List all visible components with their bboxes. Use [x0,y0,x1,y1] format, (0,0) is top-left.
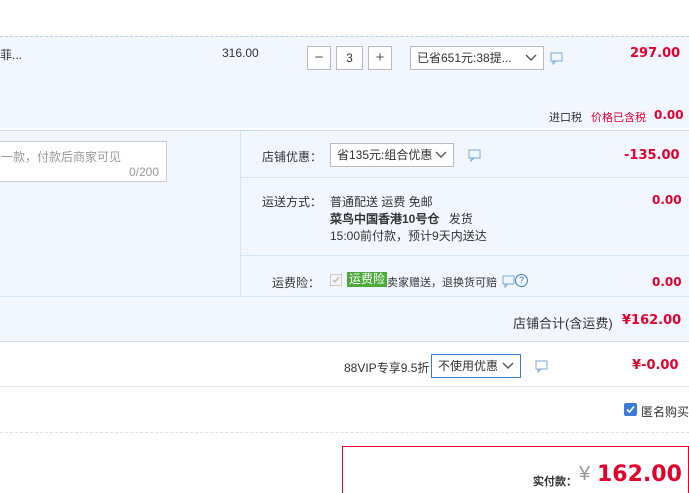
chevron-down-icon [435,144,447,159]
insurance-label: 运费险： [272,276,321,290]
buyer-message-textarea[interactable]: 一款，付款后商家可见 0/200 [0,141,167,182]
shop-discount-select-value: 省135元:组合优惠 [337,148,433,162]
pay-divider [0,432,689,433]
quantity-minus-button[interactable]: − [307,46,331,70]
quantity-stepper: − 3 + [307,46,392,70]
shop-discount-label: 店铺优惠： [262,150,323,164]
shop-total-value: ¥162.00 [622,313,682,328]
shipping-warehouse: 菜鸟中国香港10号仓 [330,212,440,226]
item-promo-select-value: 已省651元:38提... [417,51,512,65]
tax-value: 0.00 [654,108,684,122]
pay-currency: ¥ [579,463,591,485]
chevron-down-icon [525,47,537,62]
vip-label: 88VIP专享9.5折 [344,361,430,375]
vip-value: ¥-0.00 [632,358,679,373]
shop-total-label: 店铺合计(含运费) [513,316,613,331]
shipping-value: 0.00 [652,193,682,207]
message-icon[interactable] [468,149,481,162]
shipping-dispatch: 发货 [448,212,473,226]
chevron-down-icon [502,355,514,370]
quantity-input[interactable]: 3 [336,46,363,70]
insurance-badge: 运费险 [347,272,388,287]
message-icon[interactable] [535,360,548,373]
shop-discount-select[interactable]: 省135元:组合优惠 [330,143,454,167]
unit-price: 316.00 [222,46,259,60]
vip-discount-select-value: 不使用优惠 [438,359,499,373]
discount-divider [241,177,689,178]
item-name[interactable]: 菲... [0,46,22,63]
vip-divider [0,386,689,387]
insurance-value: 0.00 [652,275,682,289]
pay-amount: 162.00 [597,462,682,487]
quantity-plus-button[interactable]: + [368,46,392,70]
item-subtotal: 297.00 [630,46,681,61]
shipping-line2: 菜鸟中国香港10号仓 发货 [330,210,473,227]
insurance-text: 卖家赠送，退换货可赔 [387,277,497,289]
help-icon[interactable]: ? [515,274,528,287]
message-icon[interactable] [502,275,515,288]
tax-label: 进口税 [549,112,582,124]
message-counter: 0/200 [128,165,159,179]
shipping-eta: 15:00前付款，预计9天内送达 [330,229,487,243]
message-icon[interactable] [550,52,563,65]
anonymous-label[interactable]: 匿名购买 [641,403,689,420]
shipping-line1: 普通配送 运费 免邮 [330,195,433,209]
tax-note: 价格已含税 [591,112,646,124]
shop-discount-value: -135.00 [624,148,680,163]
shipping-label: 运送方式： [262,195,323,209]
vip-discount-select[interactable]: 不使用优惠 [431,354,521,378]
shop-section-divider [240,131,241,296]
anonymous-checkbox[interactable] [624,403,637,416]
item-promo-select[interactable]: 已省651元:38提... [410,46,544,70]
insurance-divider [0,296,689,297]
insurance-checkbox[interactable] [330,274,342,286]
pay-label: 实付款： [533,476,577,488]
shipping-divider [241,255,689,256]
buyer-message-placeholder: 一款，付款后商家可见 [1,150,122,164]
